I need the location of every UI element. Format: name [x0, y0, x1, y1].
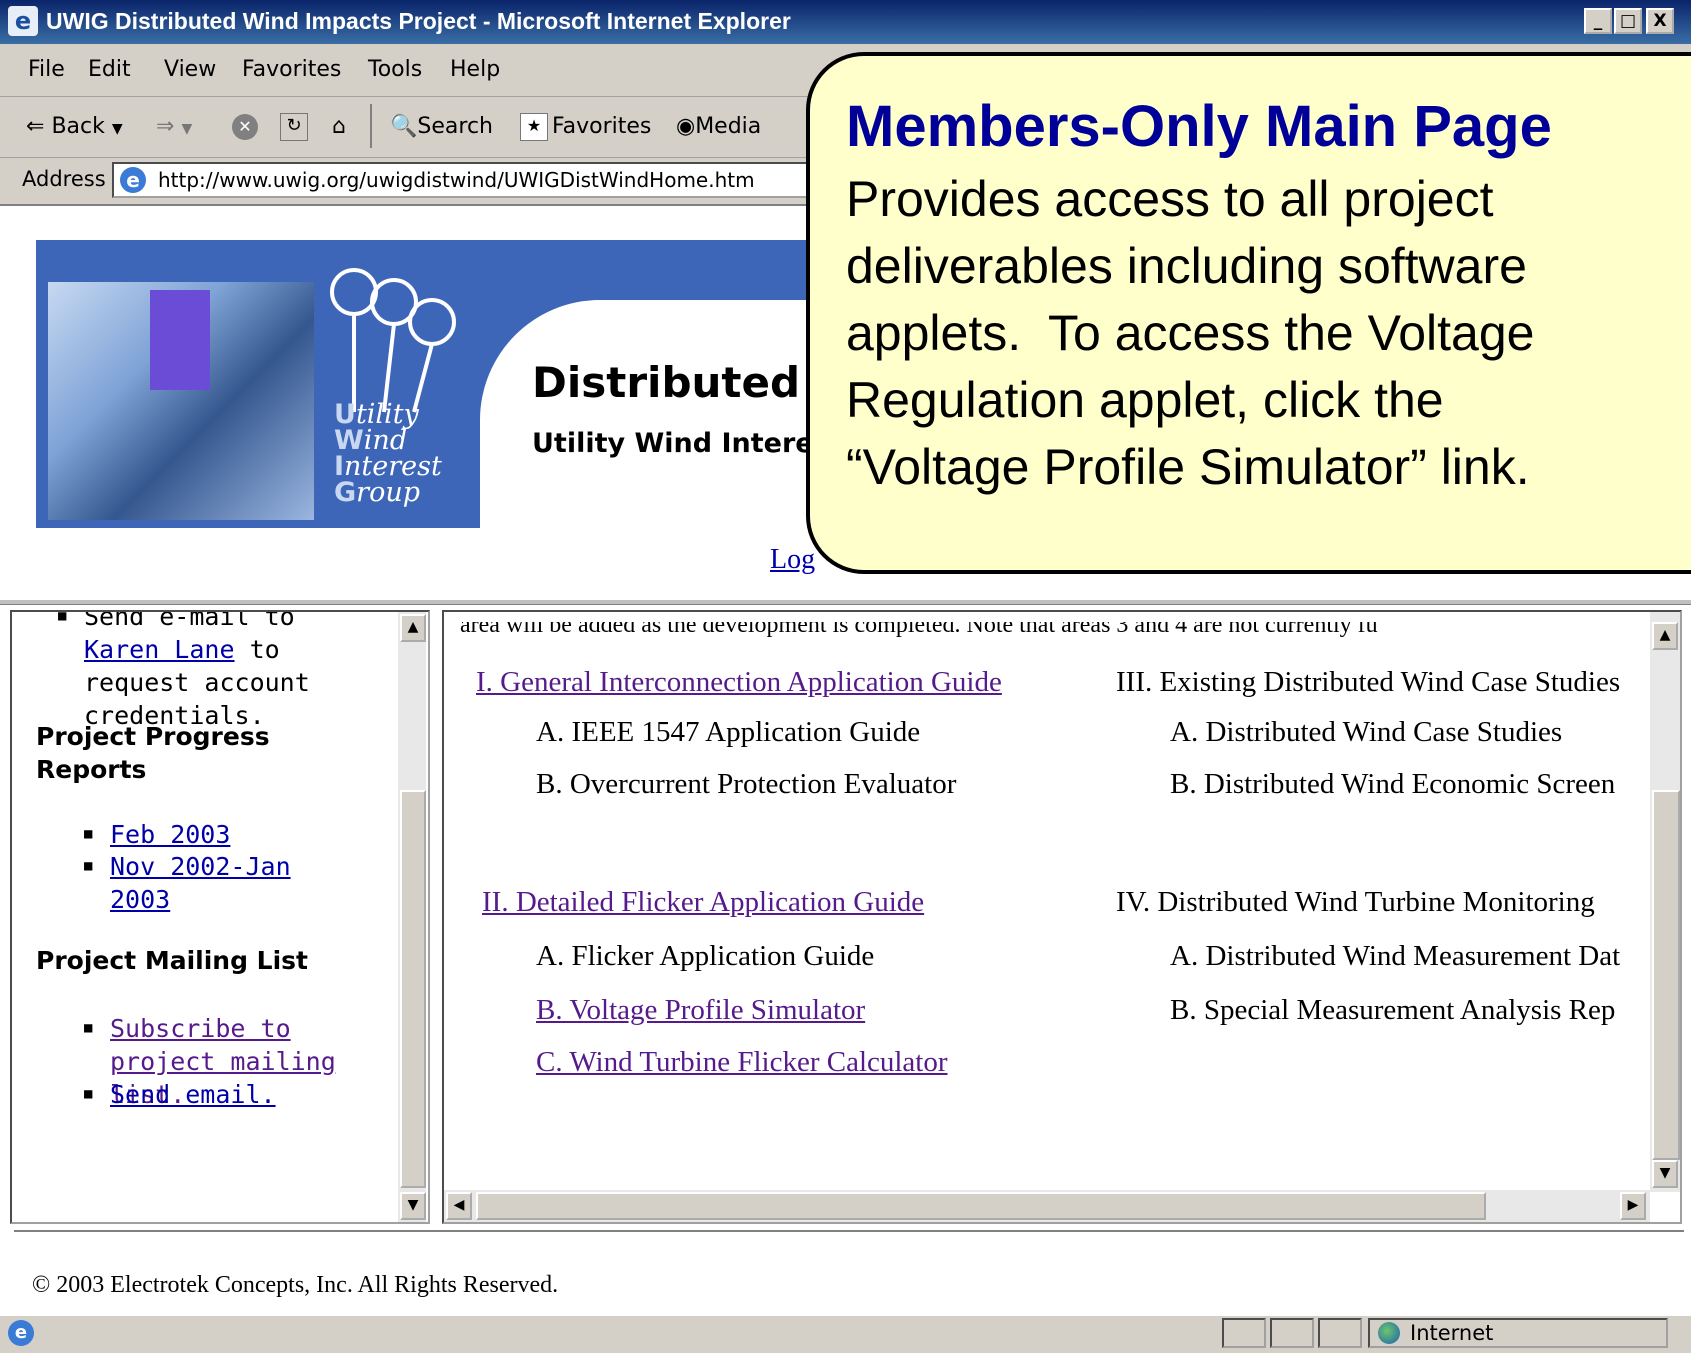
mailing-list-heading: Project Mailing List — [36, 946, 309, 975]
callout-body: Provides access to all project deliverab… — [846, 171, 1535, 495]
scroll-right-arrow-icon[interactable]: ▶ — [1620, 1192, 1646, 1220]
callout-title: Members-Only Main Page — [846, 94, 1552, 159]
back-label: Back — [51, 114, 105, 139]
general-interconnection-guide-link[interactable]: I. General Interconnection Application G… — [476, 664, 1002, 700]
send-email-link[interactable]: Send email. — [110, 1080, 276, 1109]
search-label: Search — [417, 114, 493, 139]
menu-tools[interactable]: Tools — [368, 56, 422, 84]
right-vertical-scroll-thumb[interactable] — [1652, 790, 1680, 1160]
zone-label: Internet — [1410, 1321, 1494, 1345]
toolbar-separator — [370, 104, 372, 148]
address-label: Address — [22, 167, 106, 191]
status-panel — [1318, 1318, 1362, 1348]
chevron-down-icon: ▼ — [181, 121, 193, 137]
copyright-text: © 2003 Electrotek Concepts, Inc. All Rig… — [32, 1272, 559, 1298]
stop-button[interactable]: ✕ — [232, 113, 262, 141]
status-panel — [1270, 1318, 1314, 1348]
list-item: ■ Feb 2003 — [84, 818, 230, 851]
bullet-icon: ■ — [58, 610, 67, 624]
media-button[interactable]: ◉Media — [676, 113, 761, 141]
menu-view[interactable]: View — [164, 56, 216, 84]
site-title: Distributed — [532, 358, 801, 407]
status-panel — [1222, 1318, 1266, 1348]
window-title: UWIG Distributed Wind Impacts Project - … — [46, 8, 791, 34]
list-item: ■ Send email. — [84, 1078, 276, 1111]
progress-reports-heading: Project Progress Reports — [36, 722, 270, 784]
favorites-icon: ★ — [520, 113, 548, 141]
case-studies-item: A. Distributed Wind Case Studies — [1170, 716, 1563, 748]
turbine-monitoring-heading: IV. Distributed Wind Turbine Monitoring — [1116, 886, 1595, 918]
bullet-icon: ■ — [84, 1086, 93, 1102]
ieee-1547-guide-item: A. IEEE 1547 Application Guide — [536, 716, 921, 748]
favorites-button[interactable]: ★ Favorites — [520, 113, 651, 141]
login-link[interactable]: Log — [770, 544, 815, 576]
site-subtitle: Utility Wind Intere — [532, 428, 814, 459]
scroll-up-arrow-icon[interactable]: ▲ — [400, 614, 426, 642]
back-button[interactable]: ⇐ Back ▼ — [26, 113, 123, 143]
home-button[interactable]: ⌂ — [326, 113, 356, 141]
measurement-data-item: A. Distributed Wind Measurement Dat — [1170, 940, 1621, 972]
menu-edit[interactable]: Edit — [88, 56, 131, 84]
minimize-button[interactable]: _ — [1584, 8, 1612, 34]
scroll-down-arrow-icon[interactable]: ▼ — [400, 1192, 426, 1220]
detailed-flicker-guide-link[interactable]: II. Detailed Flicker Application Guide — [482, 884, 924, 920]
close-button[interactable]: X — [1646, 8, 1674, 34]
photo-sky-detail — [150, 290, 210, 390]
globe-icon — [1378, 1322, 1400, 1344]
ie-page-icon: e — [120, 167, 146, 193]
left-scroll-thumb[interactable] — [400, 790, 426, 1188]
menu-help[interactable]: Help — [450, 56, 500, 84]
search-button[interactable]: 🔍Search — [390, 113, 493, 141]
stop-icon: ✕ — [232, 114, 258, 140]
bullet-icon: ■ — [84, 858, 93, 874]
refresh-button[interactable]: ↻ — [280, 113, 312, 141]
bullet-icon: ■ — [84, 826, 93, 842]
back-arrow-icon: ⇐ — [26, 114, 45, 139]
address-url[interactable]: http://www.uwig.org/uwigdistwind/UWIGDis… — [158, 166, 755, 194]
menu-file[interactable]: File — [28, 56, 65, 84]
forward-arrow-icon: ⇒ — [156, 114, 175, 139]
wind-turbine-flicker-calculator-link[interactable]: C. Wind Turbine Flicker Calculator — [536, 1044, 948, 1080]
overcurrent-evaluator-item: B. Overcurrent Protection Evaluator — [536, 768, 957, 800]
scroll-left-arrow-icon[interactable]: ◀ — [446, 1192, 472, 1220]
media-icon: ◉ — [676, 114, 696, 139]
left-nav-frame: ■ Send e-mail to Karen Lane to request a… — [10, 610, 430, 1224]
bullet-icon: ■ — [84, 1020, 93, 1036]
ie-app-icon: e — [8, 6, 38, 36]
frame-divider[interactable] — [0, 600, 1691, 605]
ie-status-icon: e — [8, 1320, 34, 1346]
refresh-icon: ↻ — [280, 113, 308, 141]
forward-button[interactable]: ⇒ ▼ — [156, 113, 192, 143]
feb-2003-link[interactable]: Feb 2003 — [110, 820, 230, 849]
menu-favorites[interactable]: Favorites — [242, 56, 341, 84]
nov-2002-jan-2003-link[interactable]: Nov 2002-Jan 2003 — [110, 852, 291, 914]
uwig-logo-text: Utility Wind Interest Group — [334, 399, 442, 508]
case-studies-heading: III. Existing Distributed Wind Case Stud… — [1116, 666, 1621, 698]
karen-lane-link[interactable]: Karen Lane — [84, 635, 235, 664]
scroll-down-arrow-icon[interactable]: ▼ — [1652, 1160, 1678, 1188]
flicker-guide-item: A. Flicker Application Guide — [536, 940, 875, 972]
chevron-down-icon: ▼ — [111, 121, 123, 137]
home-icon: ⌂ — [332, 114, 346, 139]
email-bullet: ■ Send e-mail to Karen Lane to request a… — [58, 612, 384, 732]
scroll-up-arrow-icon[interactable]: ▲ — [1652, 622, 1678, 650]
voltage-profile-simulator-link[interactable]: B. Voltage Profile Simulator — [536, 992, 865, 1028]
media-label: Media — [695, 114, 762, 139]
footer-divider — [14, 1230, 1684, 1232]
list-item: ■ Nov 2002-Jan 2003 — [84, 850, 310, 916]
measurement-analysis-item: B. Special Measurement Analysis Rep — [1170, 994, 1616, 1026]
favorites-label: Favorites — [552, 114, 652, 139]
maximize-button[interactable]: □ — [1614, 8, 1642, 34]
right-horizontal-scroll-thumb[interactable] — [476, 1192, 1486, 1220]
search-icon: 🔍 — [390, 114, 418, 139]
economic-screen-item: B. Distributed Wind Economic Screen — [1170, 768, 1616, 800]
